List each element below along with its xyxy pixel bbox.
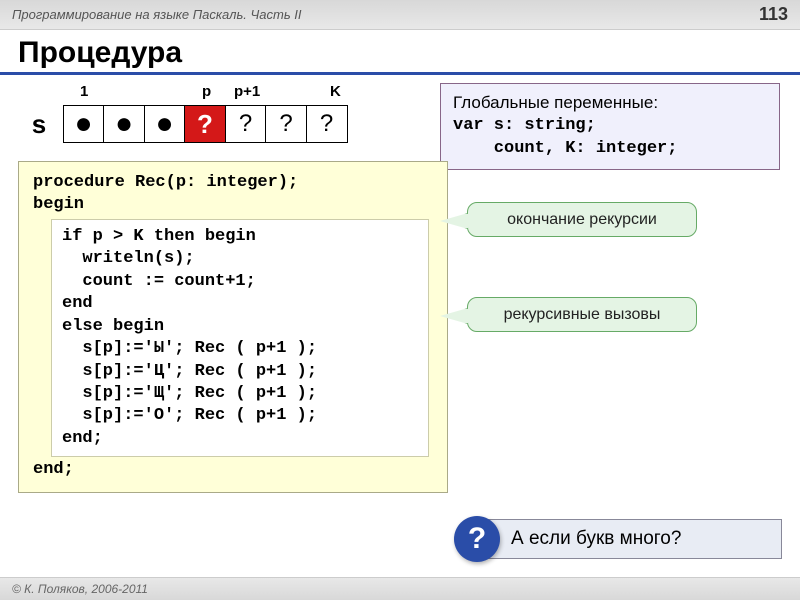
- question-text: А если букв много?: [482, 519, 782, 559]
- code-line: count := count+1;: [62, 271, 418, 293]
- code-line: procedure Rec(p: integer);: [33, 172, 433, 194]
- page-number: 113: [759, 4, 788, 25]
- slide-footer: © К. Поляков, 2006-2011: [0, 577, 800, 600]
- code-line: s[p]:='Ц'; Rec ( p+1 );: [62, 361, 418, 383]
- array-cell: ●: [144, 105, 186, 143]
- code-line: else begin: [62, 316, 418, 338]
- array-cell: ?: [225, 105, 267, 143]
- array-cell: ●: [63, 105, 105, 143]
- globals-line: var s: string;: [453, 115, 767, 138]
- globals-line: count, K: integer;: [453, 138, 767, 161]
- code-line: end;: [62, 428, 418, 450]
- code-line: s[p]:='Ы'; Rec ( p+1 );: [62, 338, 418, 360]
- code-line: end: [62, 293, 418, 315]
- code-inner-box: if p > K then begin writeln(s); count :=…: [51, 219, 429, 457]
- question-bar: ? А если букв много?: [454, 516, 782, 562]
- array-cell: ?: [265, 105, 307, 143]
- code-line: if p > K then begin: [62, 226, 418, 248]
- callout-recursive-calls: рекурсивные вызовы: [467, 297, 697, 332]
- code-line: end;: [33, 459, 433, 481]
- callout-recursion-end: окончание рекурсии: [467, 202, 697, 237]
- globals-box: Глобальные переменные: var s: string; co…: [440, 83, 780, 170]
- code-line: begin: [33, 194, 433, 216]
- slide-header: Программирование на языке Паскаль. Часть…: [0, 0, 800, 30]
- globals-heading: Глобальные переменные:: [453, 92, 767, 115]
- slide-content: 1 p p+1 K s ● ● ● ? ? ? ? Глобальные пер…: [0, 75, 800, 501]
- array-cell: ●: [103, 105, 145, 143]
- array-cell: ?: [306, 105, 348, 143]
- code-line: s[p]:='Щ'; Rec ( p+1 );: [62, 383, 418, 405]
- code-line: s[p]:='О'; Rec ( p+1 );: [62, 405, 418, 427]
- array-cell-current: ?: [184, 105, 226, 143]
- slide-title: Процедура: [0, 30, 800, 75]
- question-mark-icon: ?: [454, 516, 500, 562]
- course-title: Программирование на языке Паскаль. Часть…: [12, 7, 302, 22]
- code-line: writeln(s);: [62, 248, 418, 270]
- array-name: s: [24, 109, 54, 140]
- code-box: procedure Rec(p: integer); begin if p > …: [18, 161, 448, 493]
